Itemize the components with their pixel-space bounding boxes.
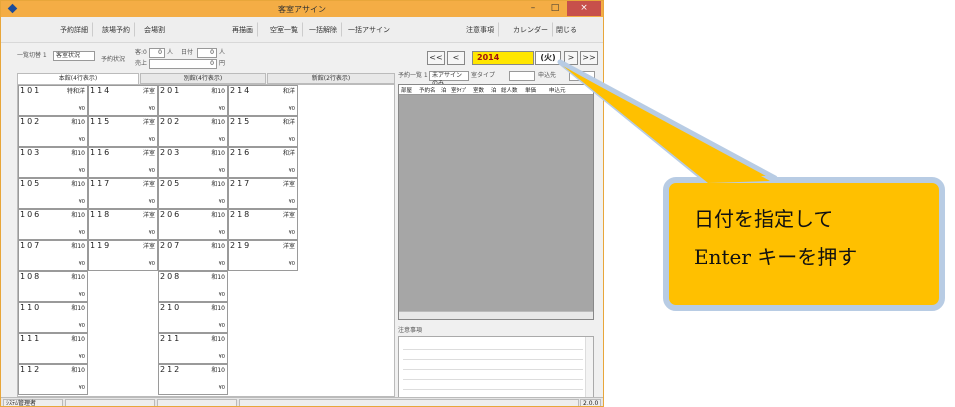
callout-line-2: Enter キーを押す (694, 245, 858, 269)
callout-pointer (557, 59, 778, 183)
callout-line-1: 日付を指定して (694, 207, 834, 231)
callout-pointer-fill (563, 66, 770, 183)
callout-text: 日付を指定して Enter キーを押す (694, 200, 934, 276)
